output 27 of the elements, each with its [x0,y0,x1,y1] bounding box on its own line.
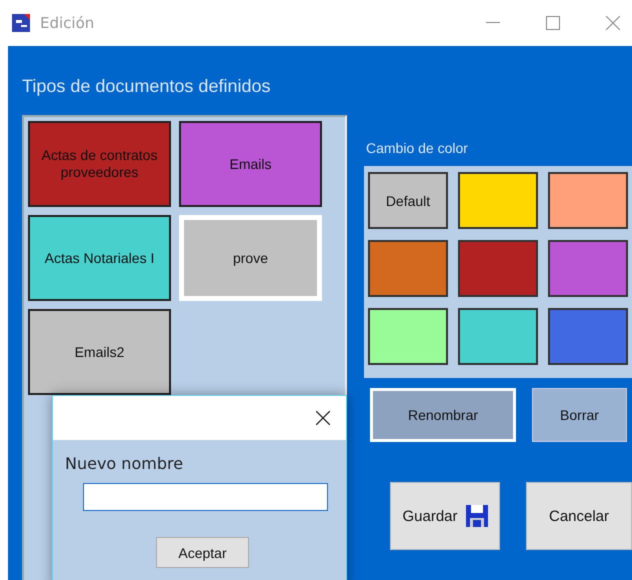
window-title: Edición [40,14,96,32]
section-title: Tipos de documentos definidos [22,76,272,98]
delete-button[interactable]: Borrar [532,388,627,442]
field-label: Nuevo nombre [65,454,184,473]
color-swatch[interactable] [368,240,448,297]
minimize-icon[interactable] [486,22,500,24]
cancel-button[interactable]: Cancelar [526,482,632,550]
maximize-icon[interactable] [546,16,560,30]
app-icon [12,14,30,32]
color-swatch[interactable] [548,172,628,229]
color-swatch[interactable] [458,240,538,297]
color-section-title: Cambio de color [365,140,469,158]
document-type-tile[interactable]: Emails2 [28,309,171,395]
document-type-tile[interactable]: Emails [179,121,322,207]
save-button[interactable]: Guardar [390,482,500,550]
color-swatch[interactable] [368,308,448,365]
color-swatch[interactable] [548,240,628,297]
document-type-tile[interactable]: Actas Notariales I [28,215,171,301]
document-type-tile[interactable]: prove [179,215,322,301]
name-input-field[interactable] [83,483,328,511]
color-swatch[interactable] [548,308,628,365]
accept-button[interactable]: Aceptar [156,537,249,568]
close-icon[interactable] [316,411,330,425]
color-swatch[interactable] [458,308,538,365]
color-swatch[interactable] [458,172,538,229]
default-color-button[interactable]: Default [368,172,448,229]
rename-button[interactable]: Renombrar [370,388,516,442]
